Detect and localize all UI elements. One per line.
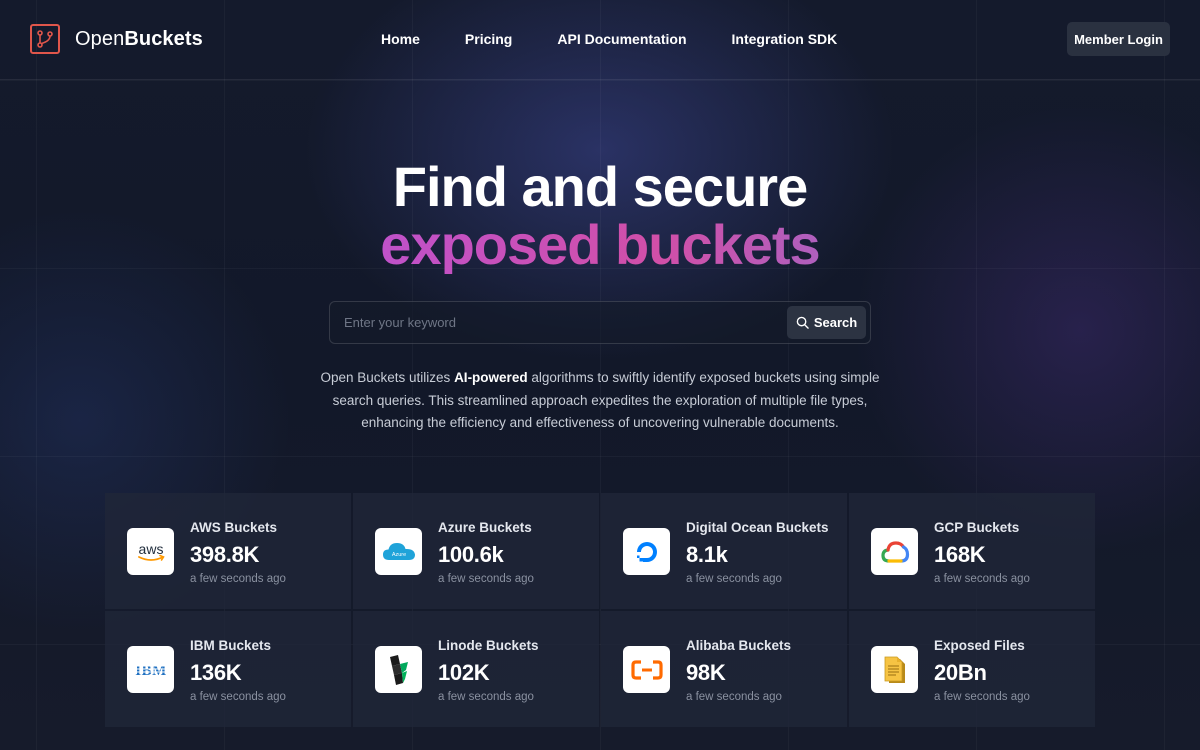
stat-card-exposed-files[interactable]: Exposed Files 20Bn a few seconds ago [849, 611, 1095, 727]
stat-card-ibm[interactable]: IBM IBM Buckets 136K a few seconds ago [105, 611, 351, 727]
stat-timestamp: a few seconds ago [686, 691, 782, 703]
file-icon [871, 646, 918, 693]
stat-card-aws[interactable]: aws AWS Buckets 398.8K a few seconds ago [105, 493, 351, 609]
stat-card-azure[interactable]: Azure Azure Buckets 100.6k a few seconds… [353, 493, 599, 609]
stat-label: AWS Buckets [190, 520, 278, 535]
stat-timestamp: a few seconds ago [438, 691, 534, 703]
stat-card-gcp[interactable]: GCP Buckets 168K a few seconds ago [849, 493, 1095, 609]
hero-description: Open Buckets utilizes AI-powered algorit… [320, 370, 880, 430]
svg-text:IBM: IBM [135, 663, 167, 678]
brand-logo[interactable]: OpenBuckets [30, 24, 203, 54]
svg-text:aws: aws [138, 541, 163, 557]
nav-api-documentation[interactable]: API Documentation [557, 31, 686, 47]
search-icon [796, 316, 809, 329]
top-header: OpenBuckets Home Pricing API Documentati… [0, 0, 1200, 80]
stat-card-linode[interactable]: Linode Buckets 102K a few seconds ago [353, 611, 599, 727]
hero-title: Find and secure exposed buckets [0, 158, 1200, 274]
stat-value: 168K [934, 542, 986, 567]
stat-timestamp: a few seconds ago [934, 691, 1030, 703]
stat-label: Azure Buckets [438, 520, 532, 535]
aws-icon: aws [127, 528, 174, 575]
stat-label: Linode Buckets [438, 638, 539, 653]
hero-title-line1: Find and secure [392, 155, 808, 218]
stat-value: 398.8K [190, 542, 260, 567]
stat-label: Exposed Files [934, 638, 1025, 653]
stat-timestamp: a few seconds ago [934, 573, 1030, 585]
nav-integration-sdk[interactable]: Integration SDK [732, 31, 838, 47]
main-nav: Home Pricing API Documentation Integrati… [381, 31, 837, 47]
search-button-label: Search [813, 315, 858, 330]
stat-card-alibaba[interactable]: Alibaba Buckets 98K a few seconds ago [601, 611, 847, 727]
brand-name: OpenBuckets [75, 27, 203, 50]
stat-card-digitalocean[interactable]: Digital Ocean Buckets 8.1k a few seconds… [601, 493, 847, 609]
ibm-icon: IBM [127, 646, 174, 693]
gcp-icon [871, 528, 918, 575]
stat-value: 100.6k [438, 542, 504, 567]
stat-value: 98K [686, 660, 726, 685]
digitalocean-icon [623, 528, 670, 575]
azure-icon: Azure [375, 528, 422, 575]
svg-text:Azure: Azure [391, 552, 405, 558]
nav-home[interactable]: Home [381, 31, 420, 47]
stat-timestamp: a few seconds ago [190, 691, 286, 703]
stat-timestamp: a few seconds ago [686, 573, 782, 585]
stat-value: 102K [438, 660, 490, 685]
stat-value: 8.1k [686, 542, 728, 567]
stat-label: GCP Buckets [934, 520, 1020, 535]
stat-timestamp: a few seconds ago [190, 573, 286, 585]
alibaba-icon [623, 646, 670, 693]
search-button[interactable]: Search [787, 306, 866, 339]
stat-timestamp: a few seconds ago [438, 573, 534, 585]
stat-value: 20Bn [934, 660, 987, 685]
stat-label: IBM Buckets [190, 638, 272, 653]
search-input[interactable] [344, 302, 784, 343]
bucket-stats-grid: aws AWS Buckets 398.8K a few seconds ago… [105, 493, 1095, 727]
member-login-button[interactable]: Member Login [1067, 22, 1170, 56]
linode-icon [375, 646, 422, 693]
stat-label: Alibaba Buckets [686, 638, 792, 653]
hero-title-line2: exposed buckets [0, 216, 1200, 274]
stat-label: Digital Ocean Buckets [686, 520, 829, 535]
branch-icon [30, 24, 60, 54]
stat-value: 136K [190, 660, 242, 685]
search-bar: Search [329, 301, 871, 344]
nav-pricing[interactable]: Pricing [465, 31, 512, 47]
